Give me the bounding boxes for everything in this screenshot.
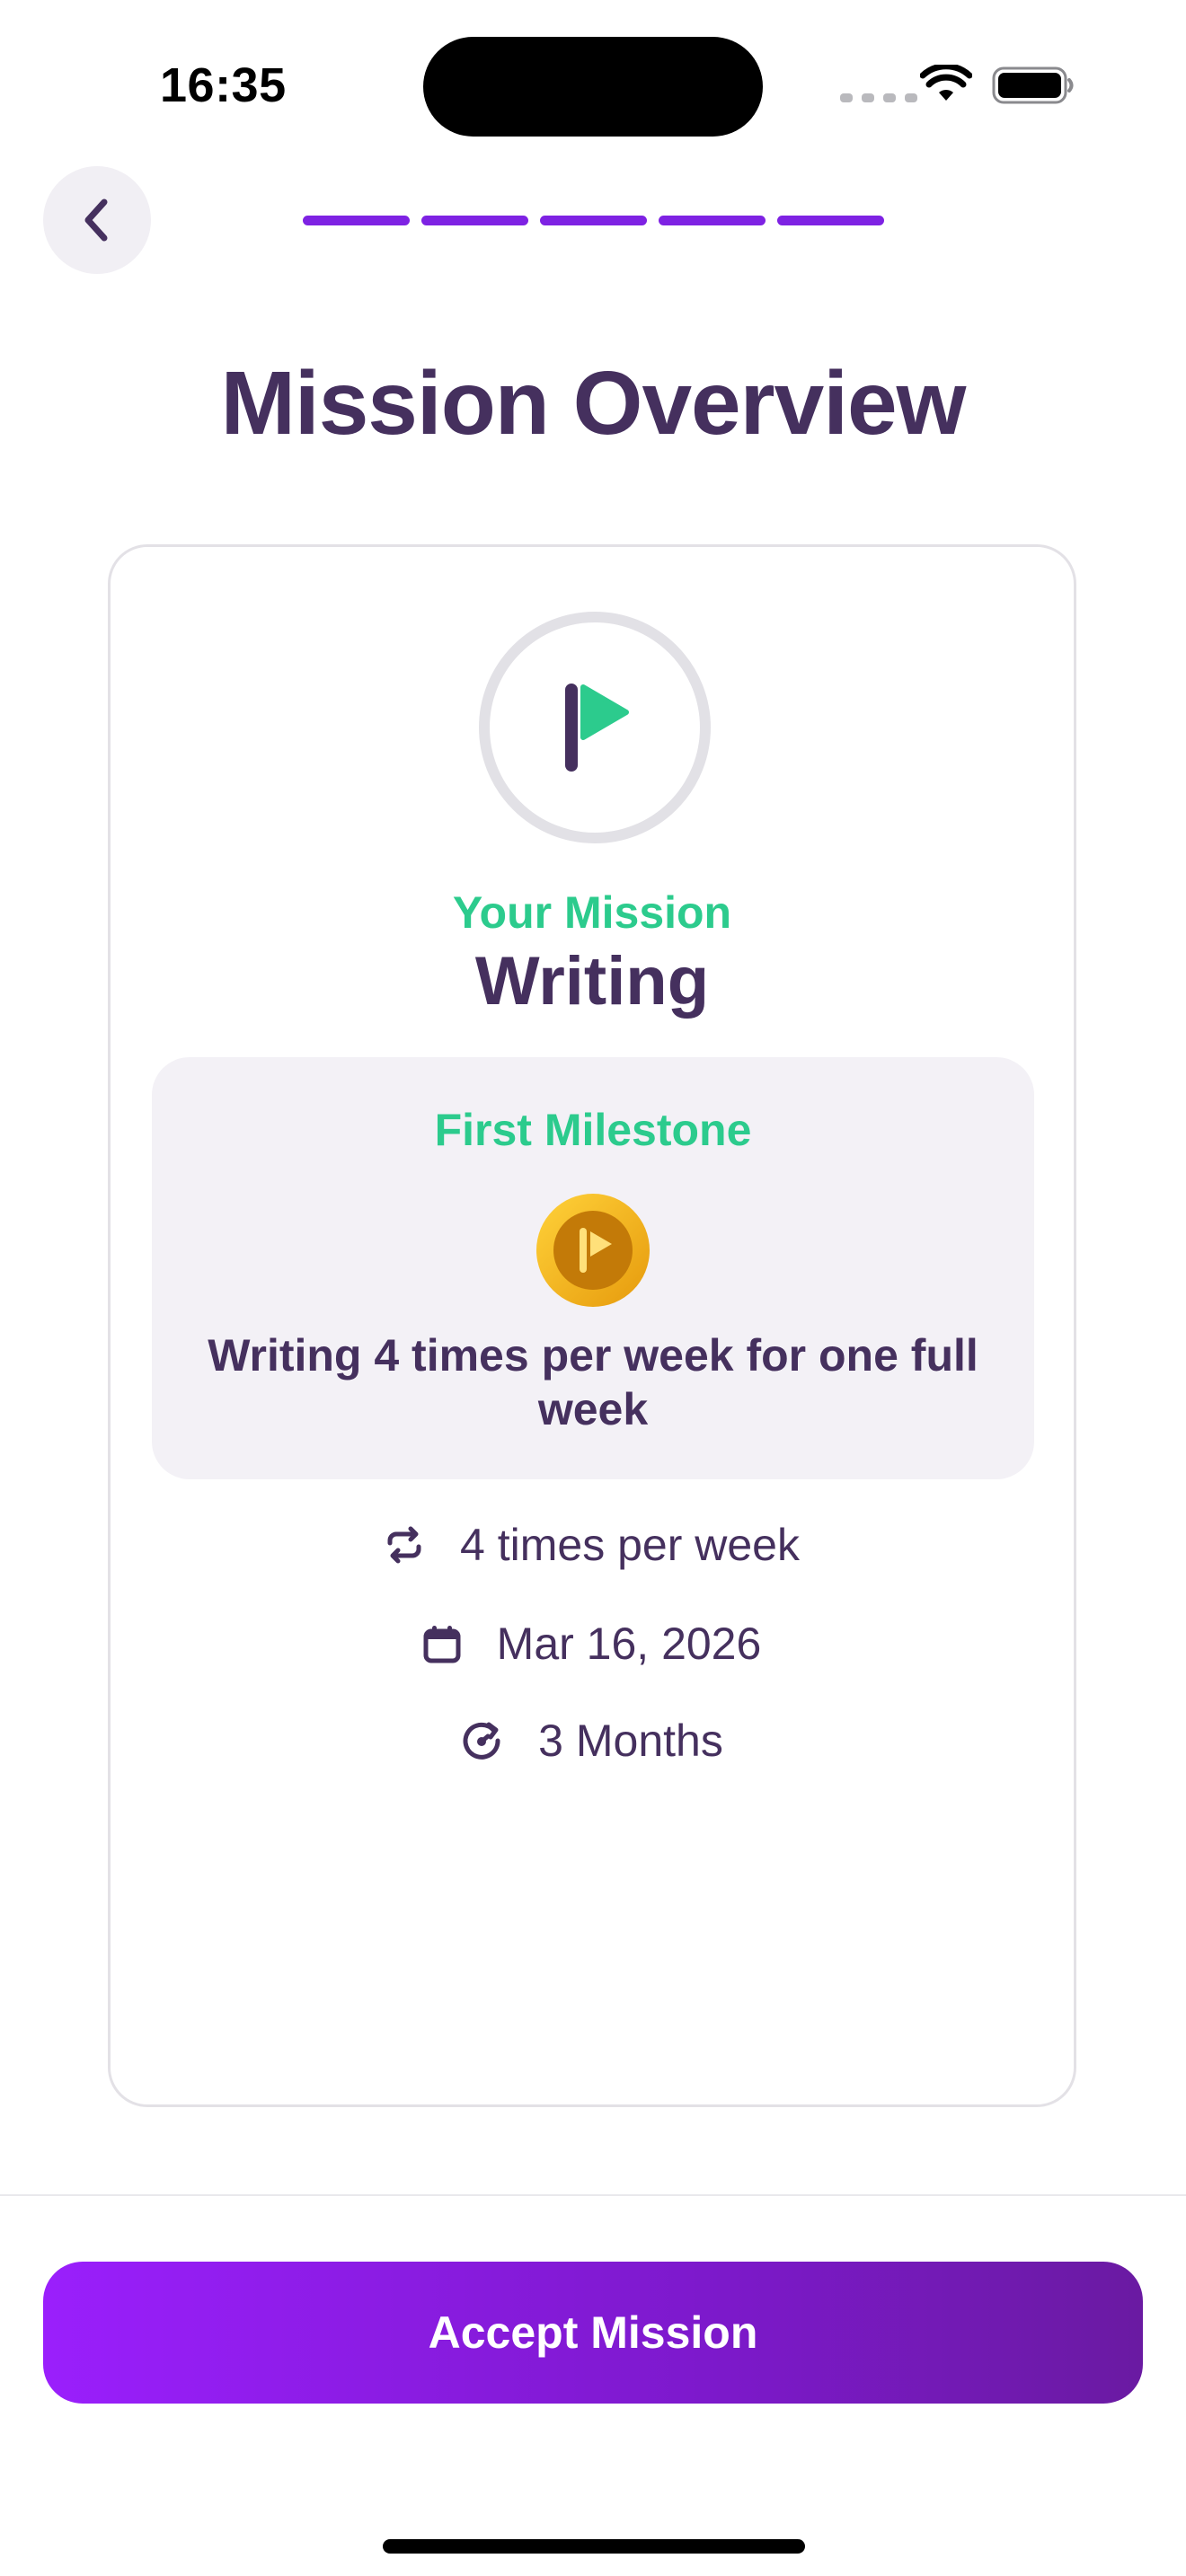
milestone-box: First Milestone Writing 4 times per week… — [152, 1057, 1034, 1479]
dynamic-island — [423, 37, 763, 137]
duration-icon — [463, 1722, 500, 1760]
repeat-icon — [387, 1526, 421, 1564]
home-indicator — [383, 2539, 805, 2554]
progress-segment — [421, 216, 528, 225]
chevron-left-icon — [84, 198, 108, 242]
gold-coin-flag-icon — [536, 1194, 650, 1307]
cellular-signal-icon — [840, 93, 917, 102]
status-time: 16:35 — [160, 58, 287, 112]
start-date-text: Mar 16, 2026 — [496, 1619, 762, 1669]
mission-icon-ring — [479, 612, 711, 843]
progress-segment — [303, 216, 410, 225]
wifi-icon — [920, 65, 972, 101]
progress-segment — [540, 216, 647, 225]
duration-row: 3 Months — [111, 1715, 1074, 1767]
calendar-icon — [423, 1626, 461, 1663]
frequency-text: 4 times per week — [460, 1520, 800, 1570]
accept-mission-button[interactable]: Accept Mission — [43, 2262, 1143, 2404]
footer-divider — [0, 2194, 1186, 2196]
back-button[interactable] — [43, 166, 151, 274]
milestone-description: Writing 4 times per week for one full we… — [208, 1330, 978, 1434]
progress-segment — [777, 216, 884, 225]
flag-icon — [565, 684, 629, 772]
page-title: Mission Overview — [220, 353, 967, 454]
onboarding-progress — [303, 216, 884, 225]
start-date-row: Mar 16, 2026 — [111, 1618, 1074, 1670]
mission-name: Writing — [474, 943, 710, 1019]
battery-icon — [992, 66, 1074, 104]
progress-segment — [659, 216, 766, 225]
mission-card: Your Mission Writing First Milestone Wri… — [108, 544, 1076, 2107]
frequency-row: 4 times per week — [111, 1519, 1074, 1571]
mission-label: Your Mission — [452, 887, 732, 938]
duration-text: 3 Months — [538, 1716, 723, 1766]
milestone-label: First Milestone — [434, 1105, 752, 1155]
